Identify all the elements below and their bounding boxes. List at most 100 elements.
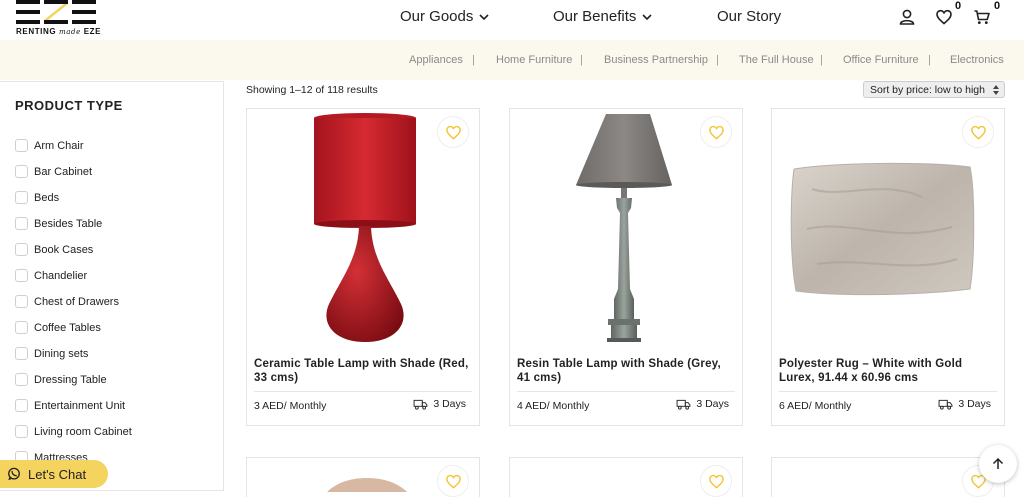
add-to-wishlist-button[interactable] [962, 116, 994, 148]
checkbox[interactable] [15, 321, 28, 334]
checkbox[interactable] [15, 399, 28, 412]
category-separator: | [472, 54, 475, 66]
product-price: 3 AED/ Monthly [254, 400, 327, 412]
lets-chat-label: Let's Chat [28, 466, 87, 482]
heart-icon [708, 125, 724, 140]
filter-option-chandelier[interactable]: Chandelier [15, 269, 87, 282]
checkbox[interactable] [15, 165, 28, 178]
product-card[interactable]: Ceramic Table Lamp with Shade (Red, 33 c… [246, 108, 480, 426]
category-home-furniture[interactable]: Home Furniture [496, 54, 572, 66]
delivery-time: 3 Days [413, 398, 466, 410]
wishlist-count: 0 [955, 0, 962, 12]
product-price: 4 AED/ Monthly [517, 400, 590, 412]
checkbox[interactable] [15, 425, 28, 438]
filter-option-beds[interactable]: Beds [15, 191, 59, 204]
checkbox[interactable] [15, 269, 28, 282]
filter-option-book-cases[interactable]: Book Cases [15, 243, 93, 256]
checkbox[interactable] [15, 373, 28, 386]
checkbox[interactable] [15, 217, 28, 230]
product-card-partial[interactable] [509, 457, 743, 497]
truck-icon [676, 399, 691, 410]
product-card[interactable]: Polyester Rug – White with Gold Lurex, 9… [771, 108, 1005, 426]
product-card-partial[interactable] [246, 457, 480, 497]
logo-mark [16, 0, 96, 24]
category-electronics[interactable]: Electronics [950, 54, 1004, 66]
product-title[interactable]: Resin Table Lamp with Shade (Grey, 41 cm… [517, 357, 737, 385]
nav-our-goods-label: Our Goods [400, 8, 474, 25]
category-separator: | [580, 54, 583, 66]
filter-option-label: Besides Table [34, 217, 103, 230]
product-title[interactable]: Ceramic Table Lamp with Shade (Red, 33 c… [254, 357, 474, 385]
checkbox[interactable] [15, 347, 28, 360]
filter-option-label: Entertainment Unit [34, 399, 126, 412]
filter-option-label: Dining sets [34, 347, 89, 360]
heart-icon [445, 474, 461, 489]
filter-option-living-room-cabinet[interactable]: Living room Cabinet [15, 425, 132, 438]
filter-option-label: Living room Cabinet [34, 425, 132, 438]
checkbox[interactable] [15, 191, 28, 204]
filter-option-bar-cabinet[interactable]: Bar Cabinet [15, 165, 92, 178]
scroll-to-top-button[interactable] [979, 445, 1017, 483]
whatsapp-icon [8, 467, 20, 481]
category-the-full-house[interactable]: The Full House [739, 54, 814, 66]
filter-option-label: Chest of Drawers [34, 295, 119, 308]
checkbox[interactable] [15, 243, 28, 256]
cart-count: 0 [994, 0, 1001, 12]
category-separator: | [820, 54, 823, 66]
category-office-furniture[interactable]: Office Furniture [843, 54, 919, 66]
nav-our-benefits[interactable]: Our Benefits [553, 8, 653, 25]
divider [254, 391, 472, 392]
delivery-days: 3 Days [696, 398, 729, 410]
add-to-wishlist-button[interactable] [700, 465, 732, 497]
site-header: RENTING made EZE Our Goods Our Benefits … [0, 0, 1024, 40]
divider [517, 391, 735, 392]
product-type-filter: PRODUCT TYPE Arm Chair Bar Cabinet Beds … [0, 81, 224, 491]
filter-option-arm-chair[interactable]: Arm Chair [15, 139, 84, 152]
arrow-up-icon [992, 457, 1004, 469]
filter-option-label: Coffee Tables [34, 321, 101, 334]
category-appliances[interactable]: Appliances [409, 54, 463, 66]
logo-text: RENTING made EZE [16, 27, 102, 36]
heart-icon [708, 474, 724, 489]
checkbox[interactable] [15, 139, 28, 152]
filter-option-label: Chandelier [34, 269, 88, 282]
add-to-wishlist-button[interactable] [700, 116, 732, 148]
divider [779, 391, 997, 392]
filter-option-dining-sets[interactable]: Dining sets [15, 347, 88, 360]
sort-select[interactable]: Sort by price: low to high [863, 81, 1005, 98]
product-card-partial[interactable] [771, 457, 1005, 497]
chevron-down-icon [642, 13, 652, 20]
truck-icon [413, 399, 428, 410]
select-arrows-icon [993, 85, 999, 95]
wishlist-heart-icon[interactable] [935, 8, 953, 26]
product-title[interactable]: Polyester Rug – White with Gold Lurex, 9… [779, 357, 999, 385]
filter-option-besides-table[interactable]: Besides Table [15, 217, 102, 230]
filter-option-label: Arm Chair [34, 139, 84, 152]
cart-icon[interactable] [973, 8, 991, 26]
checkbox[interactable] [15, 295, 28, 308]
add-to-wishlist-button[interactable] [437, 116, 469, 148]
filter-option-coffee-tables[interactable]: Coffee Tables [15, 321, 101, 334]
filter-option-label: Book Cases [34, 243, 94, 256]
results-count: Showing 1–12 of 118 results [246, 84, 378, 96]
filter-title: PRODUCT TYPE [15, 98, 123, 113]
nav-our-story-label: Our Story [717, 8, 782, 25]
product-card[interactable]: Resin Table Lamp with Shade (Grey, 41 cm… [509, 108, 743, 426]
category-business-partnership[interactable]: Business Partnership [604, 54, 708, 66]
nav-our-goods[interactable]: Our Goods [400, 8, 490, 25]
filter-option-label: Bar Cabinet [34, 165, 93, 178]
user-icon[interactable] [898, 8, 916, 26]
product-price: 6 AED/ Monthly [779, 400, 852, 412]
filter-option-chest-of-drawers[interactable]: Chest of Drawers [15, 295, 119, 308]
filter-option-entertainment-unit[interactable]: Entertainment Unit [15, 399, 125, 412]
filter-option-dressing-table[interactable]: Dressing Table [15, 373, 107, 386]
filter-option-label: Dressing Table [34, 373, 107, 386]
product-image-partial [327, 478, 407, 492]
delivery-days: 3 Days [433, 398, 466, 410]
category-separator: | [716, 54, 719, 66]
logo[interactable]: RENTING made EZE [16, 0, 102, 40]
delivery-time: 3 Days [938, 398, 991, 410]
nav-our-story[interactable]: Our Story [717, 8, 781, 25]
add-to-wishlist-button[interactable] [437, 465, 469, 497]
lets-chat-button[interactable]: Let's Chat [0, 460, 108, 488]
